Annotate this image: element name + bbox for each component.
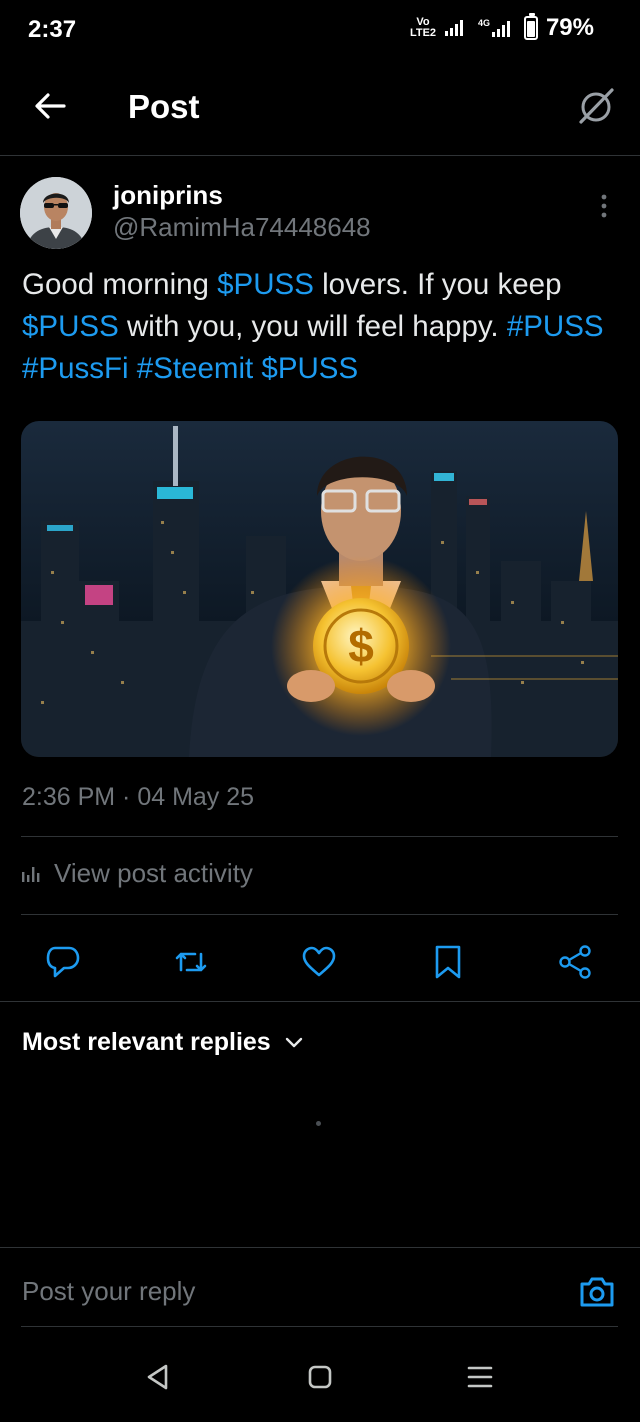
post-text: Good morning $PUSS lovers. If you keep $… — [22, 264, 622, 390]
hashtag-link[interactable]: #PussFi — [22, 352, 129, 385]
battery-icon — [523, 13, 538, 40]
avatar[interactable] — [20, 177, 92, 249]
hashtag-link[interactable]: $PUSS — [261, 352, 358, 385]
post-image-illustration: $ — [21, 421, 618, 757]
page-title: Post — [128, 88, 200, 125]
view-post-activity[interactable]: View post activity — [20, 858, 253, 889]
action-bar — [0, 936, 640, 984]
replies-sort-label: Most relevant replies — [22, 1028, 271, 1056]
share-icon[interactable] — [557, 944, 593, 980]
signal-icon — [444, 20, 463, 36]
bookmark-icon[interactable] — [430, 944, 466, 980]
hashtag-link[interactable]: #PUSS — [507, 310, 604, 343]
divider — [21, 1326, 618, 1327]
nav-recents-icon[interactable] — [465, 1362, 495, 1392]
camera-icon[interactable] — [578, 1274, 616, 1310]
post-image[interactable]: $ — [21, 421, 618, 757]
loading-indicator — [316, 1121, 321, 1126]
analytics-icon — [22, 866, 40, 882]
reply-bar — [0, 1248, 640, 1328]
post-text-segment: lovers. If you keep — [313, 268, 562, 301]
nav-back-icon[interactable] — [143, 1362, 173, 1392]
like-icon[interactable] — [301, 944, 337, 980]
repost-icon[interactable] — [173, 944, 209, 980]
grok-icon[interactable] — [574, 84, 618, 128]
status-bar: 2:37 Vo LTE2 4G 79% — [0, 0, 640, 58]
post-text-segment — [129, 352, 137, 385]
network-type-label: 4G — [478, 18, 490, 28]
author-name[interactable]: joniprins — [113, 180, 223, 211]
reply-icon[interactable] — [45, 944, 81, 980]
battery-percent: 79% — [545, 14, 594, 41]
reply-input[interactable] — [22, 1276, 542, 1307]
avatar-image — [20, 177, 92, 249]
author-handle[interactable]: @RamimHa74448648 — [113, 212, 371, 243]
divider — [21, 914, 618, 915]
system-nav-bar — [0, 1328, 640, 1422]
hashtag-link[interactable]: $PUSS — [217, 268, 314, 301]
post-text-segment: with you, you will feel happy. — [118, 310, 507, 343]
volte-indicator: Vo LTE2 — [409, 16, 437, 39]
hashtag-link[interactable]: #Steemit — [137, 352, 253, 385]
svg-text:$: $ — [348, 620, 374, 672]
more-options-icon[interactable] — [592, 190, 616, 222]
network-4g-icon: 4G — [478, 18, 510, 37]
post-timestamp: 2:36 PM · 04 May 25 — [22, 783, 255, 811]
status-icons: Vo LTE2 4G 79% — [409, 13, 594, 42]
nav-home-icon[interactable] — [305, 1362, 335, 1392]
header: Post — [0, 58, 640, 156]
status-time: 2:37 — [28, 16, 77, 43]
view-post-activity-label: View post activity — [54, 858, 253, 888]
back-arrow-icon[interactable] — [30, 86, 70, 126]
chevron-down-icon — [285, 1037, 302, 1047]
divider — [21, 836, 618, 837]
replies-sort-dropdown[interactable]: Most relevant replies — [22, 1028, 303, 1057]
post-text-segment: Good morning — [22, 268, 218, 301]
divider — [0, 1001, 640, 1002]
hashtag-link[interactable]: $PUSS — [22, 310, 119, 343]
